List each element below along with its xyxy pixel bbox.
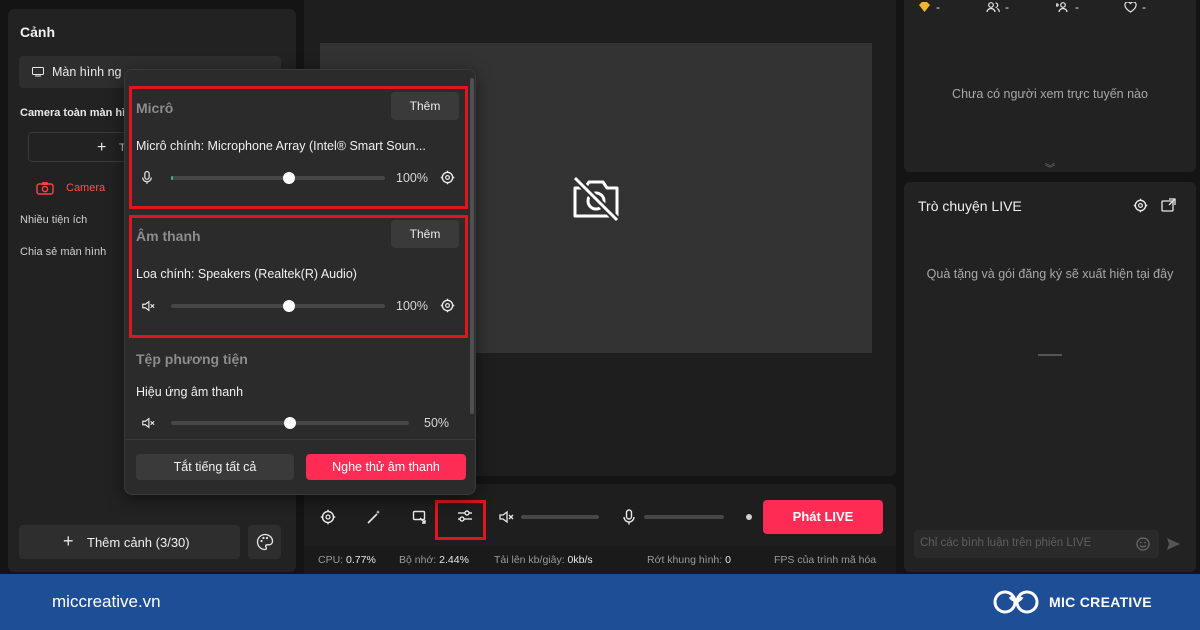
camera-source-label: Camera [66,182,106,194]
gems-stat: - [918,0,940,14]
media-section-title: Tệp phương tiện [136,351,248,367]
gifts-message: Quà tặng và gói đăng ký sẽ xuất hiện tại… [926,267,1174,281]
footer-website[interactable]: miccreative.vn [52,592,161,612]
heart-icon [1124,1,1137,13]
share-screen-item[interactable]: Chia sẻ màn hình [20,246,106,258]
send-icon[interactable] [1166,537,1181,551]
followers-stat: - [1056,0,1079,14]
settings-icon[interactable] [320,509,336,525]
cpu-stat: CPU: 0.77% [318,554,376,566]
speaker-volume-slider[interactable] [521,515,599,519]
users-icon [986,2,1000,12]
sound-effects-label: Hiệu ứng âm thanh [136,385,244,399]
add-scene-button[interactable]: + Thêm cảnh (3/30) [19,525,240,559]
effects-slider-knob[interactable] [284,417,296,429]
scene-panel-title: Cảnh [20,24,55,40]
monitor-icon [32,67,44,77]
mute-all-button[interactable]: Tắt tiếng tất cả [136,454,294,480]
status-bar: CPU: 0.77% Bộ nhớ: 2.44% Tải lên kb/giây… [304,546,896,574]
emoji-icon[interactable] [1136,537,1150,551]
plus-icon: + [97,139,107,156]
camera-icon [36,181,54,195]
effects-percent: 50% [424,416,450,430]
plus-icon: + [63,531,74,551]
encoder-fps-stat: FPS của trình mã hóa [774,554,877,566]
test-sound-button[interactable]: Nghe thử âm thanh [306,454,466,480]
speaker-muted-icon[interactable] [498,509,514,525]
stats-panel: - - - - Chưa có người xem trực tuyến nào… [904,0,1196,175]
go-live-button[interactable]: Phát LIVE [763,500,883,534]
source-group-label: Camera toàn màn hì [20,107,126,119]
expand-chevron-icon[interactable]: ︾ [1045,160,1055,175]
microphone-icon[interactable] [622,509,636,525]
utilities-item[interactable]: Nhiều tiện ích [20,214,87,226]
brand-footer: miccreative.vn MIC CREATIVE [0,574,1200,630]
mic-highlight-box [129,86,468,209]
no-viewers-message: Chưa có người xem trực tuyến nào [952,87,1148,101]
status-dot [746,514,752,520]
add-user-icon [1056,2,1068,12]
mic-creative-logo-icon [993,588,1039,616]
popout-icon[interactable] [1161,198,1176,213]
upload-stat: Tải lên kb/giây: 0kb/s [494,554,593,566]
resize-handle[interactable] [1038,354,1062,356]
likes-stat: - [1124,0,1146,14]
chat-panel: Trò chuyện LIVE Quà tặng và gói đăng ký … [904,182,1196,572]
mixer-highlight-box [435,500,486,540]
magic-wand-icon[interactable] [366,509,382,525]
chat-settings-icon[interactable] [1133,198,1148,213]
theme-button[interactable] [248,525,281,559]
comment-input[interactable]: Chỉ các bình luận trên phiên LIVE [914,530,1159,558]
dropped-frames-stat: Rớt khung hình: 0 [647,554,731,566]
memory-stat: Bộ nhớ: 2.44% [399,554,469,566]
effects-muted-icon[interactable] [140,416,156,430]
divider [125,439,475,440]
diamond-icon [919,2,930,12]
camera-off-icon [569,174,623,222]
footer-brand: MIC CREATIVE [1049,594,1152,610]
viewers-stat: - [986,0,1009,14]
chat-title: Trò chuyện LIVE [918,198,1022,214]
mic-volume-slider[interactable] [644,515,724,519]
screen-share-icon[interactable] [412,509,428,525]
comment-placeholder: Chỉ các bình luận trên phiên LIVE [920,537,1092,549]
scene-select-label: Màn hình ng [52,65,122,79]
palette-icon [256,533,274,551]
sound-highlight-box [129,215,468,338]
add-scene-label: Thêm cảnh (3/30) [87,535,190,550]
popup-scrollbar[interactable] [470,78,474,414]
